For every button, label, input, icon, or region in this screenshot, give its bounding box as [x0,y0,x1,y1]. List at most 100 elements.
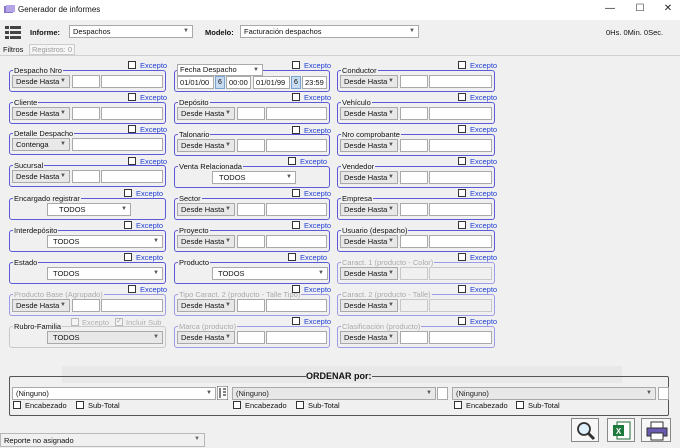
excepto-checkbox[interactable] [288,157,296,165]
mode-select[interactable]: Desde Hasta ▼ [177,331,235,344]
to-field[interactable] [266,331,327,344]
mode-select[interactable]: Desde Hasta ▼ [12,299,70,312]
excepto-checkbox[interactable] [292,61,300,69]
fecha-desde-time[interactable]: 00:00 [226,76,251,89]
from-field[interactable] [72,75,100,88]
excepto-checkbox[interactable] [458,317,466,325]
print-button[interactable] [641,418,671,442]
to-field[interactable] [429,331,492,344]
from-field[interactable] [400,171,428,184]
to-field[interactable] [429,75,492,88]
todos-select[interactable]: TODOS ▼ [47,235,163,248]
excepto-checkbox[interactable] [292,93,300,101]
excepto-checkbox[interactable] [292,126,300,134]
sort-direction-icon[interactable] [217,386,228,400]
excepto-checkbox[interactable] [458,157,466,165]
from-field[interactable] [72,170,100,183]
mode-select[interactable]: Desde Hasta ▼ [340,299,398,312]
subtotal-checkbox-3[interactable] [516,401,524,409]
excepto-checkbox[interactable] [128,93,136,101]
excepto-checkbox[interactable] [124,253,132,261]
mode-select[interactable]: Desde Hasta ▼ [12,107,70,120]
maximize-button[interactable]: ☐ [632,2,648,16]
from-field[interactable] [72,107,100,120]
preview-button[interactable] [571,418,599,442]
todos-select[interactable]: TODOS ▼ [212,171,296,184]
minimize-button[interactable]: — [602,2,618,16]
mode-select[interactable]: Desde Hasta ▼ [12,75,70,88]
from-field[interactable] [400,331,428,344]
todos-select[interactable]: TODOS ▼ [47,331,163,344]
excepto-checkbox[interactable] [128,61,136,69]
to-field[interactable] [429,139,492,152]
calendar-button[interactable]: 6 [215,76,225,89]
fecha-hasta-time[interactable]: 23:59 [302,76,327,89]
excepto-checkbox[interactable] [458,221,466,229]
todos-select[interactable]: TODOS ▼ [47,267,163,280]
excepto-checkbox[interactable] [128,125,136,133]
list-menu-icon[interactable] [5,26,21,39]
from-field[interactable] [400,203,428,216]
to-field[interactable] [266,299,327,312]
rubro-excepto-checkbox[interactable] [71,318,79,326]
todos-select[interactable]: TODOS ▼ [212,267,328,280]
mode-select[interactable]: Desde Hasta ▼ [340,203,398,216]
order-direction-2[interactable] [437,387,448,400]
mode-select[interactable]: Desde Hasta ▼ [340,331,398,344]
from-field[interactable] [400,235,428,248]
to-field[interactable] [429,107,492,120]
todos-select[interactable]: TODOS ▼ [47,203,131,216]
mode-select[interactable]: Contenga ▼ [12,138,70,151]
encabezado-checkbox-1[interactable] [13,401,21,409]
informe-select[interactable]: Despachos ▼ [69,25,193,38]
encabezado-checkbox-2[interactable] [233,401,241,409]
mode-select[interactable]: Desde Hasta ▼ [12,170,70,183]
from-field[interactable] [400,75,428,88]
calendar-button[interactable]: 6 [291,76,301,89]
subtotal-checkbox-1[interactable] [76,401,84,409]
from-field[interactable] [237,107,265,120]
mode-select[interactable]: Desde Hasta ▼ [340,235,398,248]
from-field[interactable] [400,299,428,312]
from-field[interactable] [237,299,265,312]
excepto-checkbox[interactable] [288,253,296,261]
excepto-checkbox[interactable] [128,285,136,293]
to-field[interactable] [429,203,492,216]
to-field[interactable] [429,267,492,280]
excepto-checkbox[interactable] [292,221,300,229]
from-field[interactable] [400,139,428,152]
mode-select[interactable]: Desde Hasta ▼ [177,203,235,216]
to-field[interactable] [101,107,163,120]
excepto-checkbox[interactable] [458,125,466,133]
order-select-1[interactable]: (Ninguno) ▼ [12,387,216,400]
to-field[interactable] [101,170,163,183]
order-direction-3[interactable] [658,387,669,400]
from-field[interactable] [237,139,265,152]
order-select-2[interactable]: (Ninguno) ▼ [232,387,436,400]
mode-select[interactable]: Desde Hasta ▼ [340,107,398,120]
to-field[interactable] [429,235,492,248]
mode-select[interactable]: Desde Hasta ▼ [340,171,398,184]
mode-select[interactable]: Desde Hasta ▼ [340,139,398,152]
from-field[interactable] [237,203,265,216]
excepto-checkbox[interactable] [124,221,132,229]
export-excel-button[interactable]: X [607,418,635,442]
to-field[interactable] [429,299,492,312]
fecha-desde-date[interactable]: 01/01/00 [177,76,214,89]
to-field[interactable] [101,75,163,88]
report-status-select[interactable]: Reporte no asignado ▼ [0,433,205,447]
excepto-checkbox[interactable] [128,157,136,165]
to-field[interactable] [266,139,327,152]
mode-select[interactable]: Desde Hasta ▼ [177,107,235,120]
from-field[interactable] [72,299,100,312]
from-field[interactable] [237,235,265,248]
from-field[interactable] [237,331,265,344]
excepto-checkbox[interactable] [292,189,300,197]
excepto-checkbox[interactable] [458,93,466,101]
encabezado-checkbox-3[interactable] [454,401,462,409]
fecha-hasta-date[interactable]: 01/01/99 [253,76,290,89]
from-field[interactable] [400,267,428,280]
excepto-checkbox[interactable] [458,61,466,69]
modelo-select[interactable]: Facturación despachos ▼ [240,25,419,38]
to-field[interactable] [266,235,327,248]
